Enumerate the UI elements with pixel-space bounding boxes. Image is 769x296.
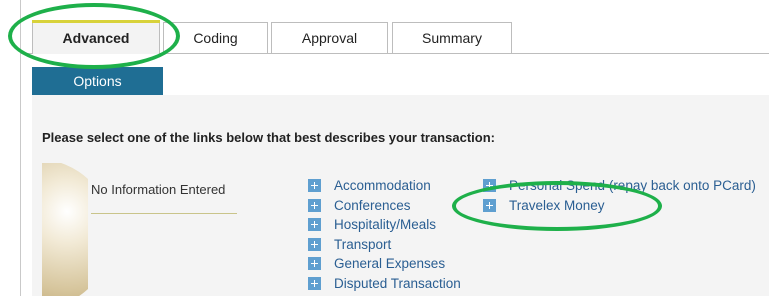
highlight-ellipse-travelex bbox=[452, 181, 662, 231]
info-divider bbox=[91, 213, 237, 214]
plus-icon[interactable] bbox=[308, 218, 321, 232]
plus-icon[interactable] bbox=[308, 257, 321, 271]
link-label[interactable]: Accommodation bbox=[334, 178, 431, 193]
link-transport[interactable]: Transport bbox=[308, 235, 461, 255]
instruction-text: Please select one of the links below tha… bbox=[42, 130, 495, 145]
no-information-text: No Information Entered bbox=[91, 182, 226, 197]
tab-coding-label: Coding bbox=[193, 30, 238, 46]
link-label[interactable]: Transport bbox=[334, 237, 391, 252]
link-label[interactable]: Hospitality/Meals bbox=[334, 217, 436, 232]
link-label[interactable]: Conferences bbox=[334, 198, 411, 213]
plus-icon[interactable] bbox=[308, 198, 321, 212]
subtab-options[interactable]: Options bbox=[32, 67, 163, 95]
highlight-ellipse-advanced bbox=[8, 3, 180, 69]
plus-icon[interactable] bbox=[308, 276, 321, 290]
link-label[interactable]: General Expenses bbox=[334, 256, 445, 271]
subtab-options-label: Options bbox=[73, 73, 122, 89]
link-disputed-transaction[interactable]: Disputed Transaction bbox=[308, 274, 461, 294]
tab-summary[interactable]: Summary bbox=[392, 22, 512, 53]
plus-icon[interactable] bbox=[308, 179, 321, 193]
link-label[interactable]: Disputed Transaction bbox=[334, 276, 461, 291]
link-conferences[interactable]: Conferences bbox=[308, 196, 461, 216]
plus-icon[interactable] bbox=[308, 237, 321, 251]
link-hospitality-meals[interactable]: Hospitality/Meals bbox=[308, 215, 461, 235]
tab-approval-label: Approval bbox=[301, 30, 358, 46]
tab-summary-label: Summary bbox=[422, 30, 482, 46]
tab-approval[interactable]: Approval bbox=[271, 22, 388, 53]
transaction-links-col1: Accommodation Conferences Hospitality/Me… bbox=[308, 176, 461, 293]
globe-image bbox=[42, 163, 88, 296]
link-accommodation[interactable]: Accommodation bbox=[308, 176, 461, 196]
link-general-expenses[interactable]: General Expenses bbox=[308, 254, 461, 274]
